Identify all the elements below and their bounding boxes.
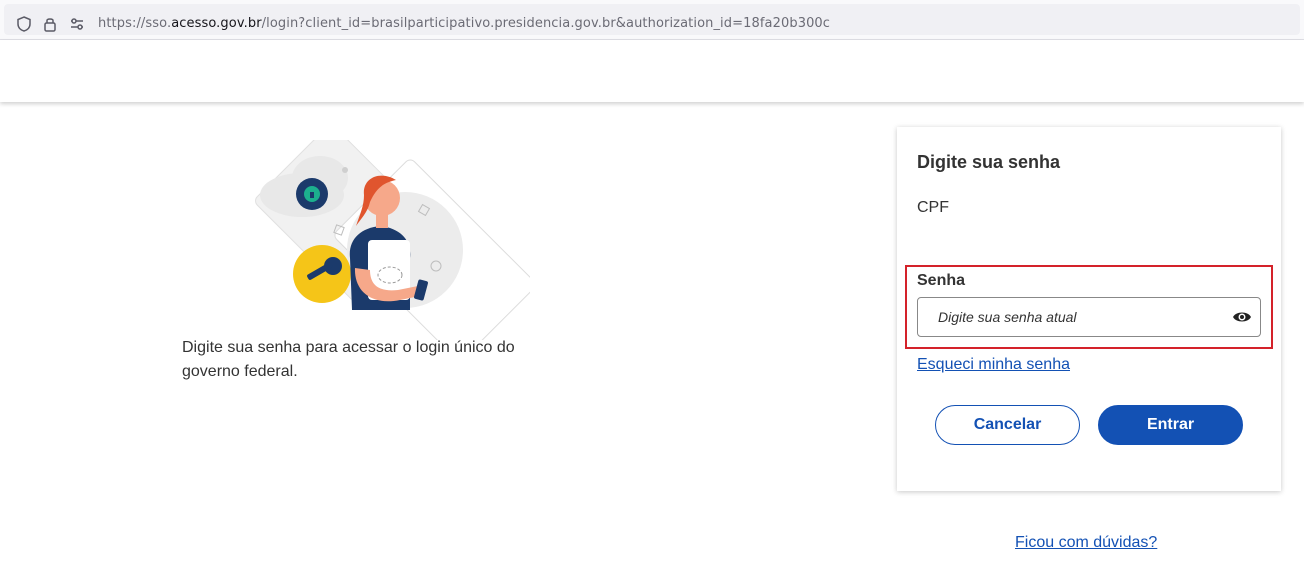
login-card: Digite sua senha CPF Senha Esqueci minha… <box>897 127 1281 491</box>
eye-icon[interactable] <box>1232 309 1252 325</box>
url-bar[interactable]: https://sso.acesso.gov.br/login?client_i… <box>4 4 1300 35</box>
browser-toolbar: https://sso.acesso.gov.br/login?client_i… <box>0 0 1304 40</box>
url-text[interactable]: https://sso.acesso.gov.br/login?client_i… <box>98 16 830 31</box>
password-label: Senha <box>917 272 966 289</box>
cancel-button[interactable]: Cancelar <box>935 405 1080 445</box>
login-illustration <box>255 140 530 340</box>
lock-icon[interactable] <box>41 15 59 33</box>
help-link[interactable]: Ficou com dúvidas? <box>1015 534 1157 552</box>
url-host: acesso.gov.br <box>171 16 262 31</box>
site-header <box>0 40 1304 102</box>
cpf-label: CPF <box>917 199 949 216</box>
forgot-password-link[interactable]: Esqueci minha senha <box>917 356 1070 374</box>
permissions-icon[interactable] <box>68 15 86 33</box>
url-path: /login?client_id=brasilparticipativo.pre… <box>261 16 831 31</box>
password-field-wrapper <box>917 297 1261 337</box>
shield-icon[interactable] <box>15 15 33 33</box>
page-description: Digite sua senha para acessar o login ún… <box>182 339 515 380</box>
url-prefix: https://sso. <box>98 16 172 31</box>
card-title: Digite sua senha <box>917 152 1061 172</box>
password-input[interactable] <box>918 298 1218 336</box>
enter-button[interactable]: Entrar <box>1098 405 1243 445</box>
